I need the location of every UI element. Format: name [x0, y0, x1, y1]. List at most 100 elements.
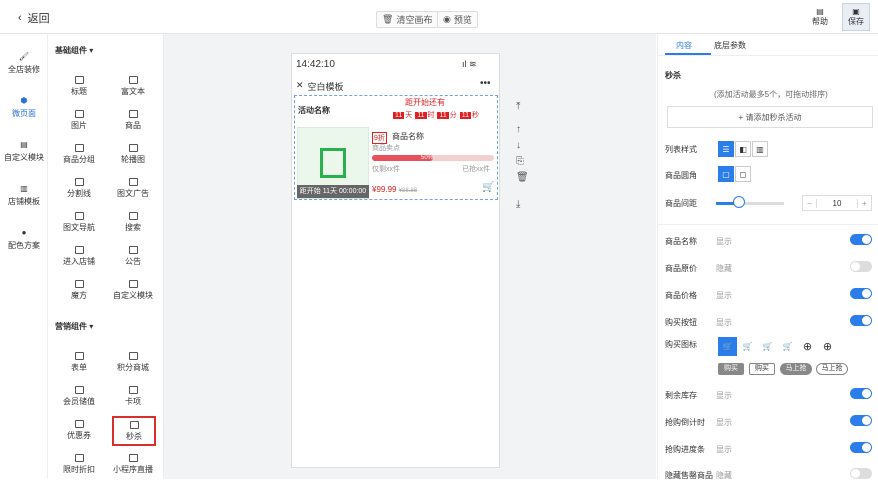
comp-image[interactable]: 图片	[54, 110, 104, 131]
comp-coupon[interactable]: 优惠券	[54, 420, 104, 441]
copy-icon[interactable]: ⎘	[516, 156, 524, 167]
delete-icon[interactable]: 🗑	[516, 172, 529, 183]
toggle-progress[interactable]	[850, 442, 872, 453]
toggle-orig-price[interactable]	[850, 261, 872, 272]
comp-limited-discount[interactable]: 限时折扣	[54, 454, 104, 475]
buy-text-4[interactable]: 马上抢	[816, 363, 848, 375]
toggle-hide-soldout[interactable]	[850, 468, 872, 479]
list-style-two-icon[interactable]: ◧	[735, 141, 751, 157]
plus-circle-icon[interactable]: ⊕	[798, 337, 817, 356]
comp-card[interactable]: 卡项	[108, 386, 158, 407]
comp-divider[interactable]: 分割线	[54, 178, 104, 199]
comp-member-stored[interactable]: 会员储值	[54, 386, 104, 407]
comp-search[interactable]: 搜索	[108, 212, 158, 233]
activity-name: 活动名称	[298, 106, 330, 115]
custom-icon	[128, 280, 138, 288]
comp-points-mall[interactable]: 积分商城	[108, 352, 158, 373]
cart-style-1-icon[interactable]: 🛒	[718, 337, 737, 356]
move-up-icon[interactable]: ↑	[516, 124, 521, 135]
product-price: ¥99.99 ¥88.88	[372, 185, 418, 194]
more-icon[interactable]: •••	[480, 78, 491, 89]
move-top-icon[interactable]: ⤒	[516, 101, 520, 112]
comp-live[interactable]: 小程序直播	[108, 454, 158, 475]
progress-bar: 50%	[372, 155, 494, 161]
clear-canvas-button[interactable]: 🗑 清空画布	[376, 11, 439, 28]
comp-custom-module[interactable]: 自定义模块	[108, 280, 158, 301]
row-label: 商品价格	[665, 291, 697, 300]
save-button[interactable]: ▣ 保存	[842, 3, 870, 31]
template-icon: ▥	[20, 184, 28, 193]
add-activity-button[interactable]: + 请添加秒杀活动	[667, 106, 873, 128]
comp-richtext[interactable]: 富文本	[108, 76, 158, 97]
nav-color-scheme[interactable]: ● 配色方案	[0, 228, 48, 251]
live-icon	[128, 454, 138, 462]
nav-micro-page[interactable]: ⬢ 微页面	[0, 96, 48, 119]
preview-button[interactable]: ◉ 预览	[437, 11, 478, 28]
gap-slider-handle[interactable]	[733, 196, 745, 208]
sold-count: 已抢xx件	[462, 166, 490, 173]
corner-square-icon[interactable]: ◻	[735, 166, 751, 182]
comp-goods[interactable]: 商品	[108, 110, 158, 131]
product-placeholder-icon	[320, 148, 346, 178]
comp-image-ad[interactable]: 图文广告	[108, 178, 158, 199]
cube-grid-icon	[74, 280, 84, 288]
corner-round-icon[interactable]: ▢	[718, 166, 734, 182]
comp-title[interactable]: 标题	[54, 76, 104, 97]
seckill-icon	[129, 421, 139, 429]
comp-seckill[interactable]: 秒杀	[112, 416, 156, 446]
comp-enter-store[interactable]: 进入店铺	[54, 246, 104, 267]
doc-icon: ▤	[816, 7, 824, 16]
comp-carousel[interactable]: 轮播图	[108, 144, 158, 165]
gap-stepper[interactable]: −10 +	[802, 195, 872, 211]
tab-bottom-params[interactable]: 底层参数	[714, 40, 746, 51]
nav-store-template[interactable]: ▥ 店铺模板	[0, 184, 48, 207]
close-icon[interactable]: ✕	[296, 80, 304, 93]
toggle-buy-button[interactable]	[850, 315, 872, 326]
group-icon	[74, 144, 84, 152]
tab-content[interactable]: 内容	[676, 40, 692, 51]
basic-components-header[interactable]: 基础组件 ▾	[55, 45, 93, 56]
row-label: 商品名称	[665, 237, 697, 246]
move-bottom-icon[interactable]: ⤓	[516, 199, 520, 210]
comp-image-nav[interactable]: 图文导航	[54, 212, 104, 233]
cart-style-3-icon[interactable]: 🛒	[758, 337, 777, 356]
list-style-list-icon[interactable]: ☰	[718, 141, 734, 157]
richtext-icon	[128, 76, 138, 84]
buy-text-2[interactable]: 购买	[749, 363, 775, 375]
nav-store-decor[interactable]: 🖌 全店装修	[0, 52, 48, 75]
toggle-stock[interactable]	[850, 388, 872, 399]
toggle-price[interactable]	[850, 288, 872, 299]
search-icon	[128, 212, 138, 220]
card-icon	[128, 386, 138, 394]
buy-text-1[interactable]: 购买	[718, 363, 744, 375]
progress-fill: 50%	[372, 155, 433, 161]
comp-form[interactable]: 表单	[54, 352, 104, 373]
row-value: 显示	[716, 445, 732, 454]
plus-icon[interactable]: +	[857, 198, 871, 208]
comp-notice[interactable]: 公告	[108, 246, 158, 267]
move-down-icon[interactable]: ↓	[516, 140, 521, 151]
plus-circle-filled-icon[interactable]: ⊕	[818, 337, 837, 356]
list-style-grid-icon[interactable]: ▥	[752, 141, 768, 157]
palette-icon: ●	[21, 228, 27, 237]
form-icon	[74, 352, 84, 360]
comp-cube[interactable]: 魔方	[54, 280, 104, 301]
nav-custom-module[interactable]: ▤ 自定义模块	[0, 140, 48, 163]
buy-text-3[interactable]: 马上抢	[780, 363, 812, 375]
row-value: 隐藏	[716, 471, 732, 480]
cart-style-4-icon[interactable]: 🛒	[778, 337, 797, 356]
eye-icon: ◉	[443, 14, 451, 24]
store-icon	[74, 246, 84, 254]
cart-style-2-icon[interactable]: 🛒	[738, 337, 757, 356]
marketing-components-header[interactable]: 营销组件 ▾	[55, 321, 93, 332]
row-label: 剩余库存	[665, 391, 697, 400]
toggle-name[interactable]	[850, 234, 872, 245]
row-label: 隐藏售罄商品	[665, 471, 713, 480]
toggle-countdown[interactable]	[850, 415, 872, 426]
back-button[interactable]: ‹ 返回	[18, 10, 50, 26]
image-ad-icon	[128, 178, 138, 186]
comp-goods-group[interactable]: 商品分组	[54, 144, 104, 165]
minus-icon[interactable]: −	[803, 198, 817, 208]
help-button[interactable]: ▤ 帮助	[806, 3, 834, 31]
cart-icon[interactable]: 🛒	[482, 182, 494, 193]
